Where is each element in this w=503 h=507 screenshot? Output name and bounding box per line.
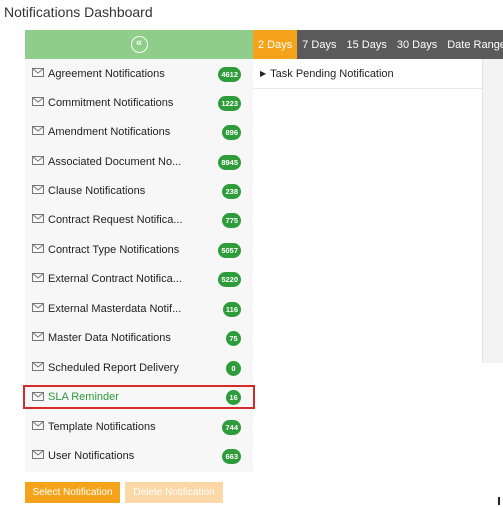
detail-panel: [482, 59, 503, 363]
sidebar-item-label: Clause Notifications: [48, 185, 146, 197]
task-pending-notification-row[interactable]: ▶ Task Pending Notification: [253, 59, 482, 89]
envelope-icon: [32, 362, 44, 371]
sidebar-item-external-contract-notifications[interactable]: External Contract Notifica... 5220: [25, 268, 253, 290]
count-badge: 8945: [218, 154, 241, 170]
sidebar-item-user-notifications[interactable]: User Notifications 663: [25, 445, 253, 467]
envelope-icon: [32, 68, 44, 77]
envelope-icon: [32, 303, 44, 312]
count-badge: 238: [222, 183, 241, 199]
count-badge: 1223: [218, 95, 241, 111]
sidebar-item-amendment-notifications[interactable]: Amendment Notifications 896: [25, 121, 253, 143]
envelope-icon: [32, 392, 44, 401]
sidebar-item-commitment-notifications[interactable]: Commitment Notifications 1223: [25, 92, 253, 114]
notification-sidebar: Agreement Notifications 4612 Commitment …: [23, 59, 255, 472]
count-badge: 16: [226, 389, 241, 405]
sidebar-item-contract-request-notifications[interactable]: Contract Request Notifica... 775: [25, 209, 253, 231]
envelope-icon: [32, 273, 44, 282]
count-badge: 896: [222, 124, 241, 140]
sidebar-item-label: Master Data Notifications: [48, 332, 171, 344]
sidebar-item-label: External Contract Notifica...: [48, 273, 182, 285]
tab-15-days[interactable]: 15 Days: [342, 30, 392, 59]
double-chevron-left-icon[interactable]: «: [130, 36, 148, 53]
sidebar-item-template-notifications[interactable]: Template Notifications 744: [25, 416, 253, 438]
tab-date-range[interactable]: Date Range: [442, 30, 503, 59]
count-badge: 116: [222, 301, 241, 317]
sidebar-header: «: [25, 30, 253, 59]
envelope-icon: [32, 421, 44, 430]
count-badge: 5220: [218, 271, 241, 287]
envelope-icon: [32, 185, 44, 194]
sidebar-item-agreement-notifications[interactable]: Agreement Notifications 4612: [25, 63, 253, 85]
count-badge: 75: [226, 330, 241, 346]
sidebar-item-label: Contract Request Notifica...: [48, 214, 183, 226]
count-badge: 663: [222, 448, 241, 464]
tab-30-days[interactable]: 30 Days: [392, 30, 442, 59]
count-badge: 775: [222, 212, 241, 228]
sidebar-item-label: Amendment Notifications: [48, 126, 171, 138]
sidebar-item-clause-notifications[interactable]: Clause Notifications 238: [25, 180, 253, 202]
page-title: Notifications Dashboard: [4, 4, 153, 20]
sidebar-item-sla-reminder[interactable]: SLA Reminder 16: [23, 385, 255, 409]
envelope-icon: [32, 97, 44, 106]
count-badge: 5057: [218, 242, 241, 258]
delete-notification-button[interactable]: Delete Notification: [125, 482, 223, 503]
sidebar-item-associated-document-notifications[interactable]: Associated Document No... 8945: [25, 151, 253, 173]
task-pending-notification-label: Task Pending Notification: [270, 67, 394, 80]
date-range-tabs: 2 Days 7 Days 15 Days 30 Days Date Range: [253, 30, 503, 59]
sidebar-item-contract-type-notifications[interactable]: Contract Type Notifications 5057: [25, 239, 253, 261]
envelope-icon: [32, 126, 44, 135]
count-badge: 4612: [218, 66, 241, 82]
caret-right-icon: ▶: [260, 69, 267, 78]
sidebar-item-label: Template Notifications: [48, 421, 156, 433]
sidebar-item-label: SLA Reminder: [48, 391, 119, 403]
sidebar-item-external-masterdata-notifications[interactable]: External Masterdata Notif... 116: [25, 298, 253, 320]
envelope-icon: [32, 156, 44, 165]
sidebar-item-label: User Notifications: [48, 450, 135, 462]
envelope-icon: [32, 244, 44, 253]
sidebar-item-master-data-notifications[interactable]: Master Data Notifications 75: [25, 327, 253, 349]
sidebar-item-label: Agreement Notifications: [48, 68, 165, 80]
scrollbar-fragment: [498, 497, 500, 505]
sidebar-item-label: Contract Type Notifications: [48, 244, 180, 256]
tab-7-days[interactable]: 7 Days: [297, 30, 341, 59]
envelope-icon: [32, 214, 44, 223]
count-badge: 0: [226, 360, 241, 376]
select-notification-button[interactable]: Select Notification: [25, 482, 120, 503]
sidebar-item-scheduled-report-delivery[interactable]: Scheduled Report Delivery 0: [25, 357, 253, 379]
sidebar-item-label: Scheduled Report Delivery: [48, 362, 179, 374]
sidebar-item-label: Associated Document No...: [48, 156, 182, 168]
count-badge: 744: [222, 419, 241, 435]
tab-2-days[interactable]: 2 Days: [253, 30, 298, 59]
sidebar-item-label: External Masterdata Notif...: [48, 303, 182, 315]
envelope-icon: [32, 450, 44, 459]
envelope-icon: [32, 332, 44, 341]
sidebar-item-label: Commitment Notifications: [48, 97, 174, 109]
